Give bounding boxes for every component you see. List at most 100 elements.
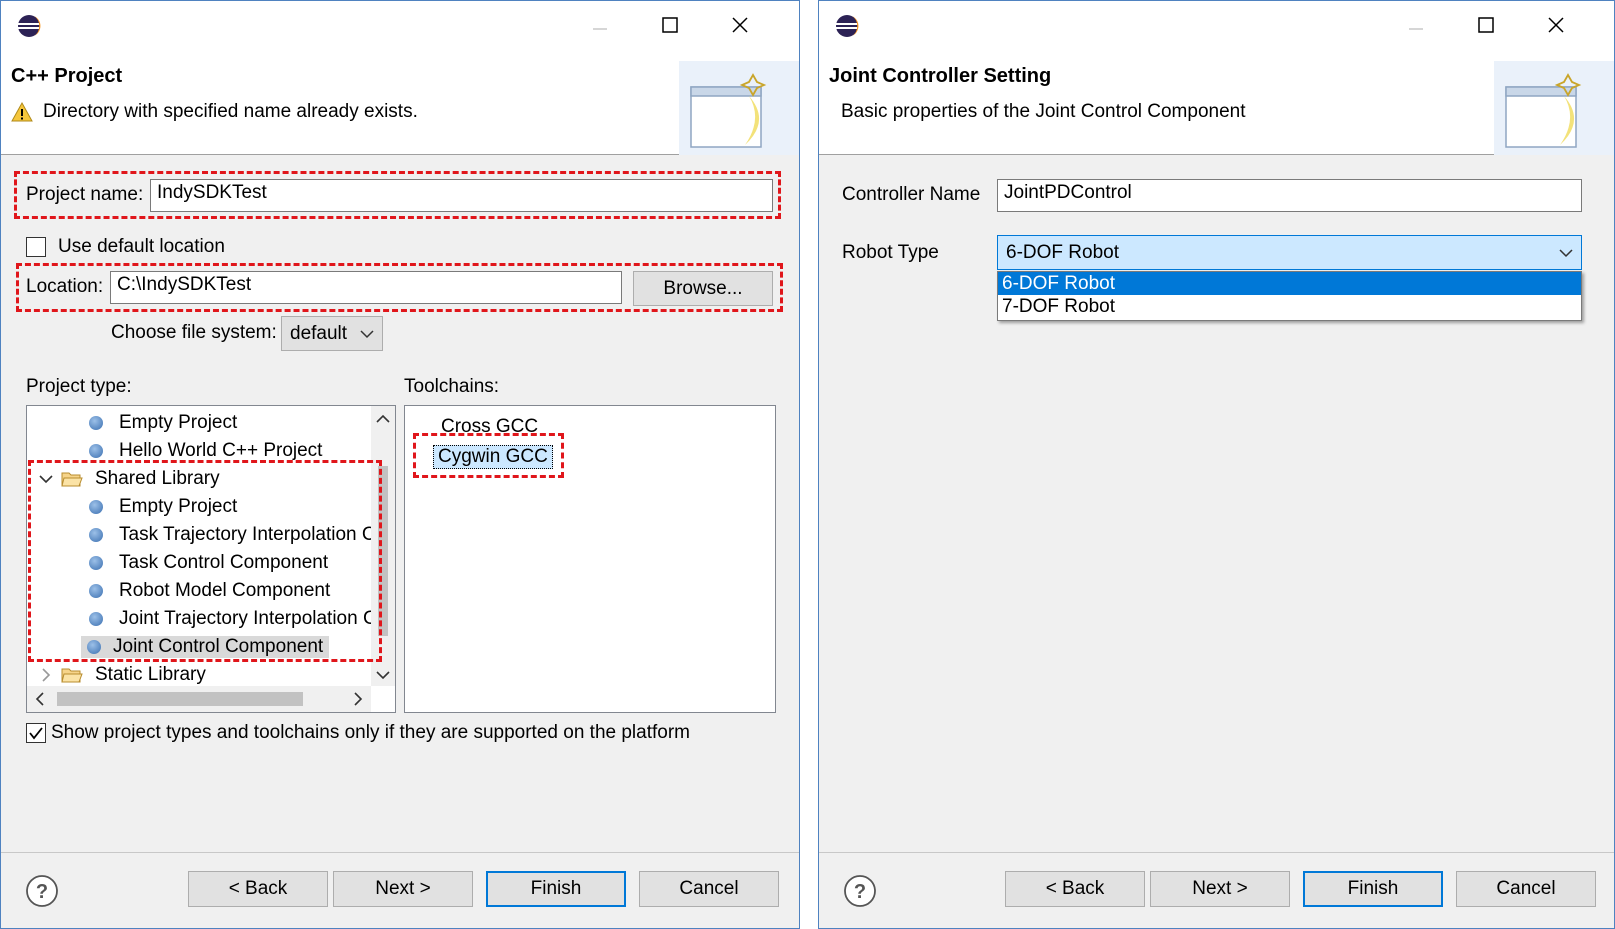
scroll-up-icon[interactable] bbox=[376, 414, 390, 424]
minimize-icon bbox=[593, 28, 607, 30]
close-button[interactable] bbox=[1533, 9, 1579, 41]
help-icon[interactable]: ? bbox=[25, 874, 59, 908]
vertical-scroll-thumb[interactable] bbox=[378, 466, 388, 636]
banner-message-text: Directory with specified name already ex… bbox=[43, 101, 418, 122]
wizard-banner: C++ Project Directory with specified nam… bbox=[1, 47, 799, 155]
use-default-location-label: Use default location bbox=[58, 236, 225, 257]
maximize-button[interactable] bbox=[647, 9, 693, 41]
folder-open-icon bbox=[61, 472, 83, 487]
tree-item-empty-project[interactable]: Empty Project bbox=[89, 409, 241, 436]
file-system-combo[interactable]: default bbox=[281, 316, 383, 351]
project-type-tree[interactable]: Empty Project Hello World C++ Project Sh… bbox=[26, 405, 396, 713]
folder-icon bbox=[61, 668, 83, 683]
wizard-banner-icon bbox=[1494, 61, 1614, 155]
tree-item-joint-control[interactable]: Joint Control Component bbox=[81, 633, 330, 660]
toolchain-item-cygwin-gcc[interactable]: Cygwin GCC bbox=[433, 443, 553, 470]
tree-item-task-trajectory[interactable]: Task Trajectory Interpolation C bbox=[89, 521, 380, 548]
banner-message: Directory with specified name already ex… bbox=[11, 101, 418, 123]
banner-message: Basic properties of the Joint Control Co… bbox=[841, 101, 1246, 122]
wizard-banner: Joint Controller Setting Basic propertie… bbox=[819, 47, 1614, 155]
eclipse-icon bbox=[836, 15, 859, 37]
toolchains-list[interactable]: Cross GCC Cygwin GCC bbox=[404, 405, 776, 713]
tree-item-joint-trajectory[interactable]: Joint Trajectory Interpolation C bbox=[89, 605, 381, 632]
warning-icon bbox=[11, 101, 33, 122]
title-bar bbox=[819, 1, 1614, 47]
use-default-location-checkbox[interactable] bbox=[26, 237, 46, 257]
tree-item-shared-library[interactable]: Shared Library bbox=[37, 465, 224, 492]
project-bullet-icon bbox=[89, 583, 103, 598]
project-type-label: Project type: bbox=[26, 376, 132, 397]
controller-name-label: Controller Name bbox=[842, 184, 981, 205]
svg-text:?: ? bbox=[854, 881, 866, 903]
project-bullet-icon bbox=[89, 555, 103, 570]
button-bar-separator bbox=[1, 852, 799, 853]
maximize-icon bbox=[662, 17, 678, 33]
project-bullet-icon bbox=[89, 527, 103, 542]
browse-button[interactable]: Browse... bbox=[633, 271, 773, 306]
chevron-right-icon[interactable] bbox=[37, 667, 55, 682]
horizontal-scrollbar[interactable] bbox=[27, 686, 371, 712]
robot-type-value: 6-DOF Robot bbox=[1006, 241, 1119, 263]
vertical-scrollbar[interactable] bbox=[371, 406, 395, 686]
close-icon bbox=[732, 17, 748, 33]
file-system-value: default bbox=[290, 322, 348, 344]
finish-button[interactable]: Finish bbox=[486, 871, 626, 907]
next-button[interactable]: Next > bbox=[1150, 871, 1290, 907]
tree-item-static-library[interactable]: Static Library bbox=[37, 661, 210, 688]
cpp-project-dialog: C++ Project Directory with specified nam… bbox=[0, 0, 800, 929]
project-name-label: Project name: bbox=[26, 184, 144, 205]
horizontal-scroll-thumb[interactable] bbox=[57, 692, 303, 706]
title-bar bbox=[1, 1, 799, 47]
location-label: Location: bbox=[26, 276, 104, 297]
project-bullet-icon bbox=[89, 499, 103, 514]
project-bullet-icon bbox=[89, 443, 103, 458]
file-system-label: Choose file system: bbox=[111, 322, 277, 343]
banner-title: C++ Project bbox=[11, 65, 123, 87]
help-icon[interactable]: ? bbox=[843, 874, 877, 908]
maximize-button[interactable] bbox=[1463, 9, 1509, 41]
button-bar-separator bbox=[819, 852, 1614, 853]
finish-button[interactable]: Finish bbox=[1303, 871, 1443, 907]
minimize-button[interactable] bbox=[1393, 9, 1439, 41]
tree-item-task-control[interactable]: Task Control Component bbox=[89, 549, 332, 576]
back-button[interactable]: < Back bbox=[188, 871, 328, 907]
minimize-icon bbox=[1409, 28, 1423, 30]
location-input[interactable]: C:\IndySDKTest bbox=[110, 271, 622, 304]
scroll-right-icon[interactable] bbox=[353, 692, 363, 706]
cancel-button[interactable]: Cancel bbox=[1456, 871, 1596, 907]
project-name-input[interactable]: IndySDKTest bbox=[150, 179, 773, 212]
chevron-down-icon bbox=[360, 329, 374, 338]
robot-type-label: Robot Type bbox=[842, 242, 939, 263]
robot-type-option-6dof[interactable]: 6-DOF Robot bbox=[998, 272, 1581, 295]
project-bullet-icon bbox=[87, 639, 101, 654]
tree-item-hello-world[interactable]: Hello World C++ Project bbox=[89, 437, 326, 464]
scroll-down-icon[interactable] bbox=[376, 670, 390, 680]
chevron-down-icon bbox=[1559, 248, 1573, 257]
back-button[interactable]: < Back bbox=[1005, 871, 1145, 907]
robot-type-combo[interactable]: 6-DOF Robot bbox=[997, 235, 1582, 270]
joint-controller-dialog: Joint Controller Setting Basic propertie… bbox=[818, 0, 1615, 929]
project-bullet-icon bbox=[89, 611, 103, 626]
robot-type-dropdown-list: 6-DOF Robot 7-DOF Robot bbox=[997, 271, 1582, 321]
svg-text:?: ? bbox=[36, 881, 48, 903]
toolchain-item-cross-gcc[interactable]: Cross GCC bbox=[437, 413, 542, 440]
tree-item-robot-model[interactable]: Robot Model Component bbox=[89, 577, 334, 604]
minimize-button[interactable] bbox=[577, 9, 623, 41]
show-supported-checkbox[interactable] bbox=[26, 723, 46, 743]
chevron-down-icon[interactable] bbox=[37, 474, 55, 484]
cancel-button[interactable]: Cancel bbox=[639, 871, 779, 907]
scroll-left-icon[interactable] bbox=[35, 692, 45, 706]
banner-title: Joint Controller Setting bbox=[829, 65, 1052, 87]
next-button[interactable]: Next > bbox=[333, 871, 473, 907]
checkmark-icon bbox=[29, 727, 43, 740]
controller-name-input[interactable]: JointPDControl bbox=[997, 179, 1582, 212]
show-supported-label: Show project types and toolchains only i… bbox=[51, 722, 690, 743]
tree-item-shared-empty-project[interactable]: Empty Project bbox=[89, 493, 241, 520]
close-button[interactable] bbox=[717, 9, 763, 41]
wizard-banner-icon bbox=[679, 61, 799, 155]
close-icon bbox=[1548, 17, 1564, 33]
toolchains-label: Toolchains: bbox=[404, 376, 500, 397]
project-bullet-icon bbox=[89, 415, 103, 430]
robot-type-option-7dof[interactable]: 7-DOF Robot bbox=[998, 295, 1581, 318]
eclipse-icon bbox=[18, 15, 41, 37]
